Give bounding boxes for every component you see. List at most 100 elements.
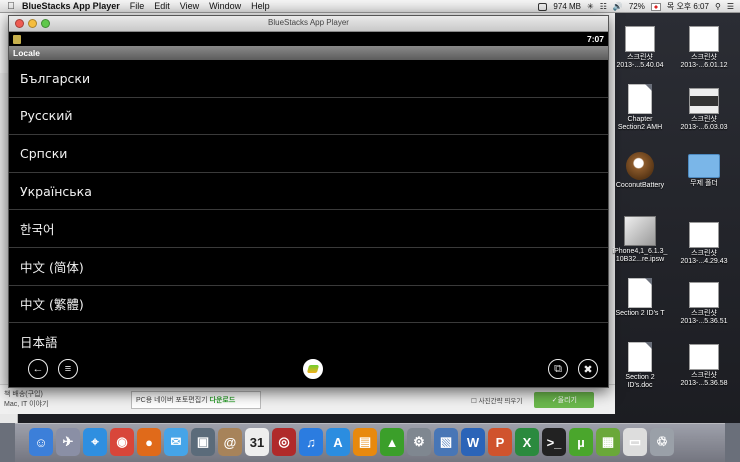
bluestacks-window: BlueStacks App Player 7:07 Locale Българ…	[8, 15, 609, 388]
notification-icon[interactable]	[13, 34, 21, 44]
system-preferences-icon[interactable]: ⚙	[407, 428, 431, 456]
checkbox-simple-photo[interactable]: ☐ 사진간략 띄우기	[471, 395, 522, 405]
file-name-line1: 스크린샷	[691, 372, 717, 379]
file-name-line1: 스크린샷	[691, 250, 717, 257]
file-name-line1: Section 2 ID's T	[615, 310, 665, 317]
file-name-line2: ID's.doc	[627, 382, 653, 389]
locale-item-russian[interactable]: Русский	[9, 98, 608, 136]
desktop-file-screenshot-4[interactable]: 스크린샷 2013-...4.29.43	[674, 222, 734, 266]
bluetooth-icon[interactable]: ✳	[587, 2, 594, 11]
file-name-line2: 2013-...5.36.51	[680, 318, 728, 325]
back-icon[interactable]: ←	[28, 359, 48, 379]
ipsw-package-icon	[624, 216, 656, 246]
photo-editor-ad[interactable]: PC용 네이버 포토편집기 다운로드	[131, 390, 261, 409]
menu-edit[interactable]: Edit	[154, 1, 170, 11]
launchpad-icon[interactable]: ✈	[56, 428, 80, 456]
document-icon[interactable]: ▭	[623, 428, 647, 456]
locale-item-chinese-traditional[interactable]: 中文 (繁體)	[9, 286, 608, 324]
apple-icon[interactable]: 	[0, 1, 22, 12]
trash-icon[interactable]: ♲	[650, 428, 674, 456]
menu-view[interactable]: View	[180, 1, 199, 11]
desktop-file-section2-ids-doc[interactable]: Section 2 ID's.doc	[610, 342, 670, 390]
locale-item-korean[interactable]: 한국어	[9, 210, 608, 248]
upload-button[interactable]: ✓ 올리기	[534, 391, 595, 408]
file-name-line2: Section2 AMH	[617, 124, 663, 131]
file-name-line1: 무제 폴더	[690, 180, 718, 187]
desktop-file-ipsw[interactable]: iPhone4,1_6.1.3_ 10B32...re.ipsw	[610, 216, 670, 264]
preview-icon[interactable]: ▧	[434, 428, 458, 456]
dock-icons: ☺ ✈ ⌖ ◉ ● ✉ ▣ @31 ◎ ♫ A ▤ ▲ ⚙ ▧ W P X >_ µ ▦ ▭ ♲	[29, 428, 674, 456]
document-icon	[628, 342, 652, 372]
desktop-file-screenshot-6[interactable]: 스크린샷 2013-...5.36.58	[674, 344, 734, 388]
window-titlebar[interactable]: BlueStacks App Player	[9, 16, 608, 32]
menubar-status: 974 MB ✳ ☷ 🔊 72% 목 오후 6:07 ⚲ ☰	[538, 0, 734, 13]
tools-icon[interactable]: ✖	[578, 359, 598, 379]
desktop-file-screenshot-3[interactable]: 스크린샷 2013-...6.03.03	[674, 88, 734, 132]
photos-icon[interactable]: ▣	[191, 428, 215, 456]
contacts-icon[interactable]: @	[218, 428, 242, 456]
locale-item-japanese[interactable]: 日本語	[9, 323, 608, 353]
list-item[interactable]: Mac, IT 이야기	[4, 400, 125, 410]
firefox-icon[interactable]: ●	[137, 428, 161, 456]
input-source-icon[interactable]	[650, 2, 661, 11]
memory-icon[interactable]	[538, 2, 548, 11]
menu-window[interactable]: Window	[209, 1, 241, 11]
background-left-list: 책 배송(구입) Mac, IT 이야기	[0, 390, 125, 410]
menu-help[interactable]: Help	[251, 1, 270, 11]
bluestacks-home-icon[interactable]	[303, 359, 323, 379]
list-item[interactable]: 책 배송(구입)	[4, 390, 125, 400]
bluestacks-apps-icon[interactable]: ▦	[596, 428, 620, 456]
calendar-icon[interactable]: 31	[245, 428, 269, 456]
volume-icon[interactable]: 🔊	[613, 2, 623, 11]
menu-icon[interactable]: ≡	[58, 359, 78, 379]
desktop-app-coconutbattery[interactable]: CoconutBattery	[610, 152, 670, 190]
photo-booth-icon[interactable]: ◎	[272, 428, 296, 456]
screenshot-thumbnail-icon	[689, 88, 719, 114]
safari-icon[interactable]: ⌖	[83, 428, 107, 456]
screenshot-thumbnail-icon	[689, 344, 719, 370]
window-icon[interactable]: ⧉	[548, 359, 568, 379]
file-name-line1: iPhone4,1_6.1.3_	[612, 248, 668, 255]
spotlight-icon[interactable]: ⚲	[715, 2, 721, 11]
locale-item-chinese-simplified[interactable]: 中文 (简体)	[9, 248, 608, 286]
ad-text: PC용 네이버 포토편집기	[136, 396, 208, 404]
file-name-line1: 스크린샷	[691, 54, 717, 61]
menu-file[interactable]: File	[130, 1, 145, 11]
file-name-line2: 2013-...5.40.04	[616, 62, 664, 69]
desktop-file-chapter-doc[interactable]: Chapter Section2 AMH	[610, 84, 670, 132]
desktop-folder-untitled[interactable]: 무제 폴더	[674, 154, 734, 188]
itunes-icon[interactable]: ♫	[299, 428, 323, 456]
document-icon	[628, 84, 652, 114]
status-clock: 7:07	[586, 34, 604, 44]
wifi-icon[interactable]: ☷	[600, 2, 607, 11]
locale-item-serbian[interactable]: Српски	[9, 135, 608, 173]
desktop-file-section2-ids-t[interactable]: Section 2 ID's T	[610, 278, 670, 318]
terminal-icon[interactable]: >_	[542, 428, 566, 456]
ibooks-icon[interactable]: ▤	[353, 428, 377, 456]
excel-icon[interactable]: X	[515, 428, 539, 456]
locale-list[interactable]: Български Русский Српски Українська 한국어 …	[9, 60, 608, 353]
ad-link[interactable]: 다운로드	[210, 395, 236, 405]
desktop-file-screenshot-1[interactable]: 스크린샷 2013-...5.40.04	[610, 26, 670, 70]
checkbox-label: 사진간략 띄우기	[478, 397, 523, 405]
messages-icon[interactable]: ✉	[164, 428, 188, 456]
finder-icon[interactable]: ☺	[29, 428, 53, 456]
bluestacks-icon[interactable]: ▲	[380, 428, 404, 456]
desktop-file-screenshot-5[interactable]: 스크린샷 2013-...5.36.51	[674, 282, 734, 326]
word-icon[interactable]: W	[461, 428, 485, 456]
document-icon	[628, 278, 652, 308]
notification-center-icon[interactable]: ☰	[727, 2, 734, 11]
powerpoint-icon[interactable]: P	[488, 428, 512, 456]
android-nav-bar: ← ≡ ⧉ ✖	[9, 353, 608, 387]
utorrent-icon[interactable]: µ	[569, 428, 593, 456]
desktop-file-screenshot-2[interactable]: 스크린샷 2013-...6.01.12	[674, 26, 734, 70]
locale-item-ukrainian[interactable]: Українська	[9, 173, 608, 211]
app-menu[interactable]: BlueStacks App Player	[22, 1, 120, 11]
battery-readout[interactable]: 72%	[629, 2, 645, 11]
locale-item-bulgarian[interactable]: Български	[9, 60, 608, 98]
upload-button-label: 올리기	[557, 396, 577, 404]
chrome-icon[interactable]: ◉	[110, 428, 134, 456]
file-name-line2: 2013-...4.29.43	[680, 258, 728, 265]
app-store-icon[interactable]: A	[326, 428, 350, 456]
menubar-clock[interactable]: 목 오후 6:07	[667, 1, 709, 12]
